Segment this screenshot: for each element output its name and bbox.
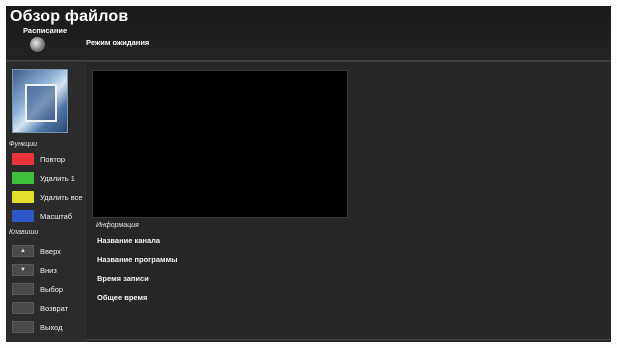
- blue-key-icon: [12, 210, 34, 222]
- function-item-delete-one[interactable]: Удалить 1: [12, 171, 75, 185]
- function-label: Масштаб: [40, 211, 73, 221]
- key-label: Вниз: [40, 265, 57, 275]
- function-label: Удалить 1: [40, 173, 75, 183]
- header-divider: [6, 60, 611, 61]
- return-icon: [12, 302, 34, 314]
- functions-heading: Функции: [9, 141, 38, 148]
- red-key-icon: [12, 153, 34, 165]
- info-heading: Информация: [96, 222, 139, 229]
- left-panel: Функции Повтор Удалить 1 Удалить все Мас…: [6, 63, 86, 342]
- file-browser-screen: Обзор файлов Расписание Режим ожидания Ф…: [6, 6, 611, 342]
- standby-mode-label: Режим ожидания: [86, 38, 150, 47]
- key-label: Вверх: [40, 246, 61, 256]
- keys-heading: Клавиши: [9, 229, 39, 236]
- key-item-exit[interactable]: Выход: [12, 320, 62, 334]
- info-total-time: Общее время: [97, 293, 148, 302]
- schedule-label: Расписание: [23, 26, 68, 35]
- key-label: Выход: [40, 322, 63, 332]
- bottom-divider: [86, 339, 611, 340]
- function-label: Повтор: [40, 154, 66, 164]
- up-arrow-icon: ▲: [12, 245, 34, 257]
- clock-icon[interactable]: [30, 37, 45, 52]
- page-title: Обзор файлов: [10, 8, 129, 25]
- ok-icon: [12, 283, 34, 295]
- info-channel-name: Название канала: [97, 236, 161, 245]
- key-item-up[interactable]: ▲ Вверх: [12, 244, 61, 258]
- key-label: Выбор: [40, 284, 64, 294]
- info-program-name: Название программы: [97, 255, 178, 264]
- function-item-zoom[interactable]: Масштаб: [12, 209, 72, 223]
- file-thumbnail: [12, 69, 68, 133]
- key-item-select[interactable]: Выбор: [12, 282, 63, 296]
- function-item-repeat[interactable]: Повтор: [12, 152, 65, 166]
- info-record-time: Время записи: [97, 274, 149, 283]
- function-item-delete-all[interactable]: Удалить все: [12, 190, 83, 204]
- function-label: Удалить все: [40, 192, 83, 202]
- key-item-down[interactable]: ▼ Вниз: [12, 263, 57, 277]
- down-arrow-icon: ▼: [12, 264, 34, 276]
- video-preview: [92, 70, 348, 218]
- yellow-key-icon: [12, 191, 34, 203]
- green-key-icon: [12, 172, 34, 184]
- exit-icon: [12, 321, 34, 333]
- key-item-return[interactable]: Возврат: [12, 301, 68, 315]
- header-bar: Обзор файлов Расписание Режим ожидания: [6, 6, 611, 62]
- key-label: Возврат: [40, 303, 69, 313]
